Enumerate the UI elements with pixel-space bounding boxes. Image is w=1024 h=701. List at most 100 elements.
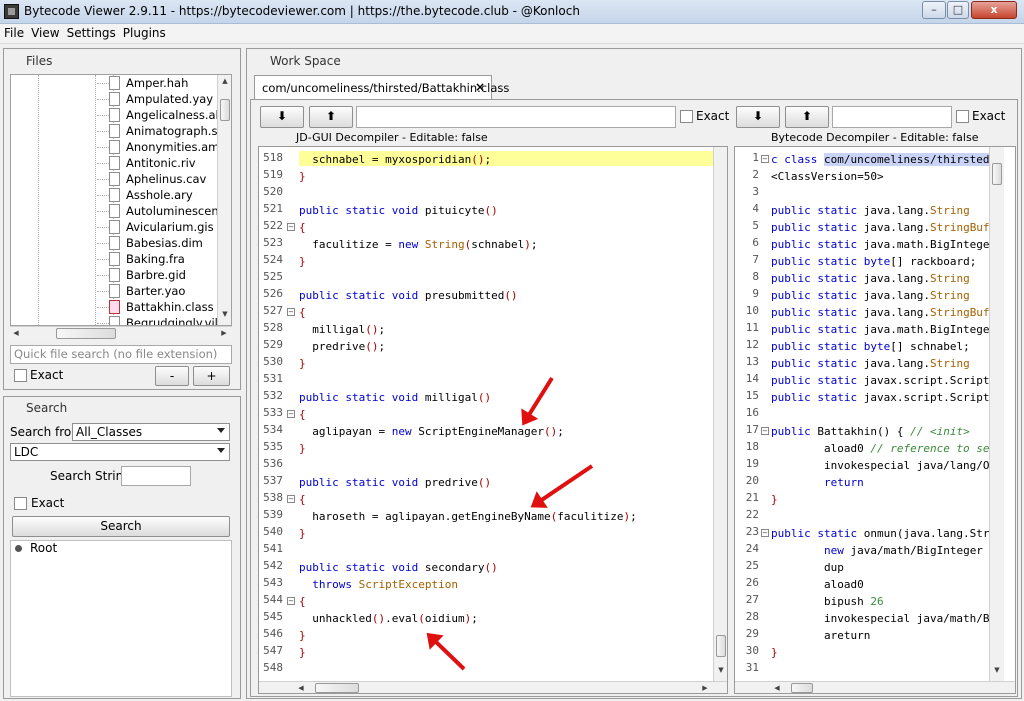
file-tree-item[interactable]: Animatograph.sem xyxy=(11,123,231,139)
left-vscroll-thumb[interactable] xyxy=(716,635,726,657)
file-tree-item[interactable]: Antitonic.riv xyxy=(11,155,221,171)
file-tree-item[interactable]: Angelicalness.ala xyxy=(11,107,226,123)
file-tree-item[interactable]: Baking.fra xyxy=(11,251,221,267)
files-vscroll-thumb[interactable] xyxy=(220,99,230,121)
fold-toggle-icon[interactable]: − xyxy=(287,223,295,231)
file-tree-item-label: Baking.fra xyxy=(126,252,185,266)
file-tree-item[interactable]: Autoluminescent.fl xyxy=(11,203,231,219)
right-download-button[interactable]: ⬇ xyxy=(736,106,780,128)
line-number: 16 xyxy=(745,406,759,419)
right-search-input[interactable] xyxy=(832,106,952,128)
search-type-select[interactable]: LDC xyxy=(10,443,230,461)
left-code-editor[interactable]: 518 519 520 521 522 523 524 525 526 527 528 529 530 5… xyxy=(258,146,728,694)
file-tree-item[interactable]: Avicularium.gis xyxy=(11,219,221,235)
fold-toggle-icon[interactable]: − xyxy=(287,410,295,418)
file-tree-item[interactable]: Babesias.dim xyxy=(11,235,221,251)
line-number: 541 xyxy=(263,542,283,555)
expand-button[interactable]: + xyxy=(193,366,230,386)
line-number: 544 xyxy=(263,593,283,606)
scroll-left-icon[interactable]: ◀ xyxy=(295,682,307,693)
file-tree-item[interactable]: Asshole.ary xyxy=(11,187,221,203)
file-icon xyxy=(109,140,120,154)
line-number: 17 xyxy=(745,423,759,436)
quick-file-search-input[interactable]: Quick file search (no file extension) xyxy=(10,345,232,364)
left-search-input[interactable] xyxy=(356,106,676,128)
left-vscroll[interactable]: ▼ xyxy=(713,147,727,681)
files-hscroll[interactable]: ◀ ▶ xyxy=(10,326,232,340)
scroll-left-icon[interactable]: ◀ xyxy=(771,682,783,693)
menu-settings[interactable]: Settings xyxy=(63,24,119,40)
file-tree-item[interactable]: Barbre.gid xyxy=(11,267,221,283)
close-button[interactable]: x xyxy=(971,1,1017,19)
files-exact-checkbox[interactable] xyxy=(14,369,27,382)
file-icon xyxy=(109,252,120,266)
menu-view[interactable]: View xyxy=(27,24,62,40)
window-title: Bytecode Viewer 2.9.11 - https://bytecod… xyxy=(24,4,580,18)
title-bar: Bytecode Viewer 2.9.11 - https://bytecod… xyxy=(0,0,1024,24)
file-tree-item-label: Amper.hah xyxy=(126,76,189,90)
right-upload-button[interactable]: ⬆ xyxy=(785,106,829,128)
left-exact-checkbox[interactable] xyxy=(680,110,693,123)
search-from-select[interactable]: All_Classes xyxy=(72,423,230,441)
files-hscroll-thumb[interactable] xyxy=(56,328,116,339)
fold-toggle-icon[interactable]: − xyxy=(761,155,769,163)
left-decompiler-label: JD-GUI Decompiler - Editable: false xyxy=(296,131,488,144)
file-tree-item[interactable]: Begrudgingly.vil xyxy=(11,315,221,325)
file-icon xyxy=(109,204,120,218)
scroll-left-icon[interactable]: ◀ xyxy=(10,327,22,340)
search-button[interactable]: Search xyxy=(12,516,230,537)
right-vscroll[interactable]: ▼ xyxy=(989,147,1004,681)
maximize-button[interactable]: □ xyxy=(947,1,969,19)
fold-toggle-icon[interactable]: − xyxy=(287,495,295,503)
line-number: 19 xyxy=(745,457,759,470)
minimize-button[interactable]: – xyxy=(922,1,946,19)
fold-toggle-icon[interactable]: − xyxy=(287,308,295,316)
menu-file[interactable]: File xyxy=(0,24,27,40)
scroll-right-icon[interactable]: ▶ xyxy=(218,327,230,340)
right-hscroll-thumb[interactable] xyxy=(791,683,813,693)
right-hscroll[interactable]: ◀ xyxy=(735,681,1015,693)
files-vscroll[interactable]: ▲ ▼ xyxy=(217,75,231,325)
file-tree-item[interactable]: Barter.yao xyxy=(11,283,221,299)
file-tree-item[interactable]: Battakhin.class xyxy=(11,299,221,315)
line-number: 14 xyxy=(745,372,759,385)
left-hscroll-thumb[interactable] xyxy=(315,683,359,693)
left-exact-label: Exact xyxy=(696,109,730,123)
file-icon xyxy=(109,316,120,325)
left-hscroll[interactable]: ◀ ▶ xyxy=(259,681,727,693)
class-tab[interactable]: com/uncomeliness/thirsted/Battakhin.clas… xyxy=(254,75,509,99)
root-node-icon xyxy=(15,545,22,552)
file-tree-item[interactable]: Aphelinus.cav xyxy=(11,171,221,187)
fold-toggle-icon[interactable]: − xyxy=(761,529,769,537)
file-tree-item[interactable]: Ampulated.yay xyxy=(11,91,221,107)
search-exact-checkbox[interactable] xyxy=(14,497,27,510)
file-tree-item[interactable]: Amper.hah xyxy=(11,75,221,91)
line-number: 6 xyxy=(752,236,759,249)
fold-toggle-icon[interactable]: − xyxy=(761,427,769,435)
scroll-down-icon[interactable]: ▼ xyxy=(218,308,231,321)
scroll-down-icon[interactable]: ▼ xyxy=(990,664,1004,677)
file-tree-item-label: Antitonic.riv xyxy=(126,156,196,170)
scroll-up-icon[interactable]: ▲ xyxy=(218,75,231,88)
menu-plugins[interactable]: Plugins xyxy=(119,24,169,40)
fold-toggle-icon[interactable]: − xyxy=(287,597,295,605)
right-exact-checkbox[interactable] xyxy=(956,110,969,123)
search-string-input[interactable] xyxy=(121,466,191,486)
tab-close-icon[interactable]: × xyxy=(475,80,485,94)
left-upload-button[interactable]: ⬆ xyxy=(309,106,353,128)
line-number: 543 xyxy=(263,576,283,589)
right-code-editor[interactable]: 1 2 3 4 5 6 7 8 9 10 11 12 13 14 15 16 17 18 19 20 21 22 23 24 2… xyxy=(734,146,1016,694)
scroll-right-icon[interactable]: ▶ xyxy=(699,682,711,693)
collapse-button[interactable]: - xyxy=(155,366,189,386)
line-number: 522 xyxy=(263,219,283,232)
line-number: 528 xyxy=(263,321,283,334)
root-node-label[interactable]: Root xyxy=(30,541,57,555)
line-number: 534 xyxy=(263,423,283,436)
line-number: 547 xyxy=(263,644,283,657)
download-icon: ⬇ xyxy=(276,109,288,123)
right-vscroll-thumb[interactable] xyxy=(992,163,1002,185)
file-tree-item[interactable]: Anonymities.ami xyxy=(11,139,223,155)
line-number: 542 xyxy=(263,559,283,572)
left-download-button[interactable]: ⬇ xyxy=(260,106,304,128)
scroll-down-icon[interactable]: ▼ xyxy=(714,664,727,677)
